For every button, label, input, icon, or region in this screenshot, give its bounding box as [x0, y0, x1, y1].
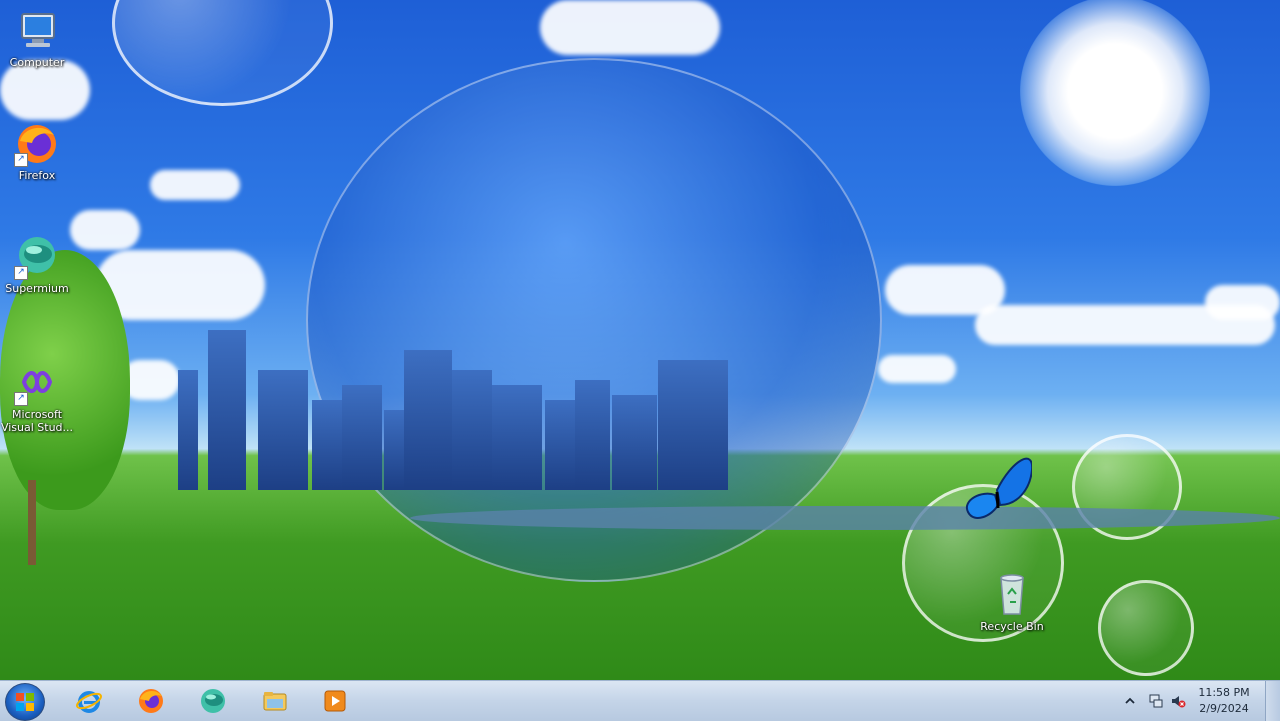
- start-button[interactable]: [5, 683, 45, 721]
- shortcut-arrow-icon: ↗: [14, 266, 28, 280]
- bubble-graphic: [1098, 580, 1194, 676]
- building: [612, 395, 657, 490]
- cloud: [0, 60, 90, 120]
- taskbar-firefox[interactable]: [128, 683, 174, 719]
- desktop-icon-label: Supermium: [5, 282, 69, 295]
- desktop-icon-label: Recycle Bin: [980, 620, 1044, 633]
- building: [258, 370, 308, 490]
- building: [312, 400, 342, 490]
- volume-muted-icon[interactable]: [1170, 693, 1186, 709]
- system-tray: 11:58 PM 2/9/2024: [1110, 681, 1280, 721]
- tree-trunk-graphic: [28, 480, 36, 565]
- desktop-wallpaper: [0, 0, 1280, 680]
- building: [545, 400, 575, 490]
- clock-date: 2/9/2024: [1199, 702, 1249, 715]
- windows-start-icon: [16, 693, 34, 711]
- cloud: [95, 250, 265, 320]
- desktop-icon-supermium[interactable]: ↗ Supermium: [0, 234, 74, 295]
- cloud: [150, 170, 240, 200]
- desktop-icon-visual-studio[interactable]: ↗ Microsoft Visual Stud...: [0, 360, 74, 434]
- internet-explorer-icon: [76, 691, 102, 713]
- desktop-icon-recycle-bin[interactable]: Recycle Bin: [975, 572, 1049, 633]
- taskbar-media-player[interactable]: [312, 683, 358, 719]
- building: [404, 350, 452, 490]
- computer-icon: [14, 8, 60, 54]
- building: [658, 360, 728, 490]
- firefox-icon: ↗: [14, 121, 60, 167]
- taskbar: 11:58 PM 2/9/2024: [0, 680, 1280, 721]
- taskbar-supermium[interactable]: [190, 683, 236, 719]
- cloud: [878, 355, 956, 383]
- butterfly-graphic: [965, 457, 1032, 519]
- sun-graphic: [1020, 0, 1210, 186]
- river-graphic: [410, 506, 1280, 530]
- desktop-icon-computer[interactable]: Computer: [0, 8, 74, 69]
- building: [492, 385, 542, 490]
- folder-icon: [263, 692, 287, 711]
- supermium-icon: [201, 689, 225, 713]
- desktop-icon-label: Computer: [9, 56, 65, 69]
- desktop-icon-label: Firefox: [18, 169, 56, 182]
- desktop-icon-label: Microsoft Visual Stud...: [0, 408, 74, 434]
- media-player-icon: [324, 690, 346, 712]
- desktop-icon-firefox[interactable]: ↗ Firefox: [0, 121, 74, 182]
- clock[interactable]: 11:58 PM 2/9/2024: [1194, 685, 1254, 717]
- cloud: [1205, 285, 1280, 320]
- show-desktop-button[interactable]: [1265, 681, 1280, 721]
- cloud: [540, 0, 720, 55]
- network-icon[interactable]: [1148, 693, 1164, 709]
- taskbar-file-explorer[interactable]: [252, 683, 298, 719]
- clock-time: 11:58 PM: [1198, 686, 1250, 699]
- building: [342, 385, 382, 490]
- cloud: [70, 210, 140, 250]
- building: [178, 370, 198, 490]
- bubble-graphic: [112, 0, 333, 106]
- building: [575, 380, 610, 490]
- visual-studio-icon: ↗: [14, 360, 60, 406]
- shortcut-arrow-icon: ↗: [14, 153, 28, 167]
- firefox-icon: [139, 689, 163, 713]
- building: [452, 370, 492, 490]
- earth-bubble-graphic: [306, 58, 882, 582]
- supermium-icon: ↗: [14, 234, 60, 280]
- taskbar-internet-explorer[interactable]: [66, 683, 112, 719]
- recycle-bin-icon: [989, 572, 1035, 618]
- shortcut-arrow-icon: ↗: [14, 392, 28, 406]
- show-hidden-icons-chevron[interactable]: [1122, 693, 1138, 709]
- building: [208, 330, 246, 490]
